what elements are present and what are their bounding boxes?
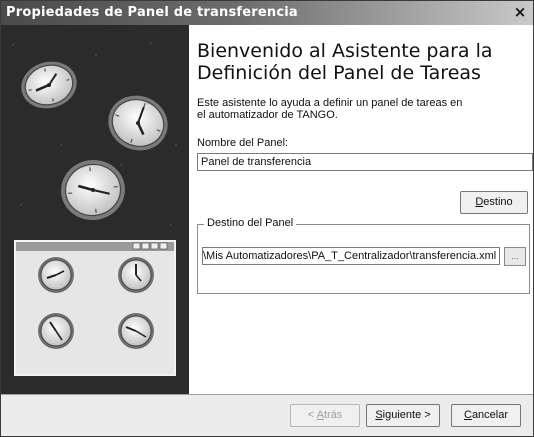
wizard-side-image	[1, 25, 189, 394]
mini-window-illustration	[14, 240, 176, 376]
next-accel: S	[375, 409, 383, 421]
wizard-heading: Bienvenido al Asistente para la Definici…	[197, 40, 527, 84]
back-prefix: <	[307, 409, 317, 421]
destino-button[interactable]: Destino	[460, 191, 528, 214]
next-label: iguiente >	[382, 409, 431, 421]
cancel-accel: C	[463, 409, 472, 421]
cancel-label: ancelar	[471, 409, 509, 421]
panel-name-input[interactable]: Panel de transferencia	[197, 153, 533, 171]
heading-line-1: Bienvenido al Asistente para la	[197, 40, 493, 62]
wizard-window: Propiedades de Panel de transferencia ×	[0, 0, 534, 437]
back-accel: A	[316, 409, 324, 421]
description-line-1: Este asistente lo ayuda a definir un pan…	[197, 97, 463, 109]
heading-line-2: Definición del Panel de Tareas	[197, 62, 481, 84]
window-title: Propiedades de Panel de transferencia	[6, 5, 298, 20]
cancel-button[interactable]: Cancelar	[451, 404, 521, 427]
destino-path-input[interactable]: \Mis Automatizadores\PA_T_Centralizador\…	[202, 247, 500, 265]
title-bar[interactable]: Propiedades de Panel de transferencia ×	[1, 1, 533, 25]
back-label: trás	[323, 409, 343, 421]
back-button[interactable]: < Atrás	[290, 404, 360, 427]
description-line-2: el automatizador de TANGO.	[197, 109, 338, 121]
destino-group: Destino del Panel \Mis Automatizadores\P…	[197, 217, 530, 294]
destino-group-legend: Destino del Panel	[204, 217, 297, 229]
wizard-content: Bienvenido al Asistente para la Definici…	[189, 25, 533, 394]
wizard-description: Este asistente lo ayuda a definir un pan…	[197, 97, 527, 121]
wizard-footer: < Atrás Siguiente > Cancelar	[1, 395, 533, 436]
browse-button[interactable]: ...	[504, 247, 526, 266]
next-button[interactable]: Siguiente >	[366, 404, 440, 427]
close-icon[interactable]: ×	[511, 4, 529, 21]
panel-name-label: Nombre del Panel:	[197, 137, 289, 149]
clocks-illustration	[1, 25, 189, 394]
destino-label: estino	[483, 196, 513, 208]
